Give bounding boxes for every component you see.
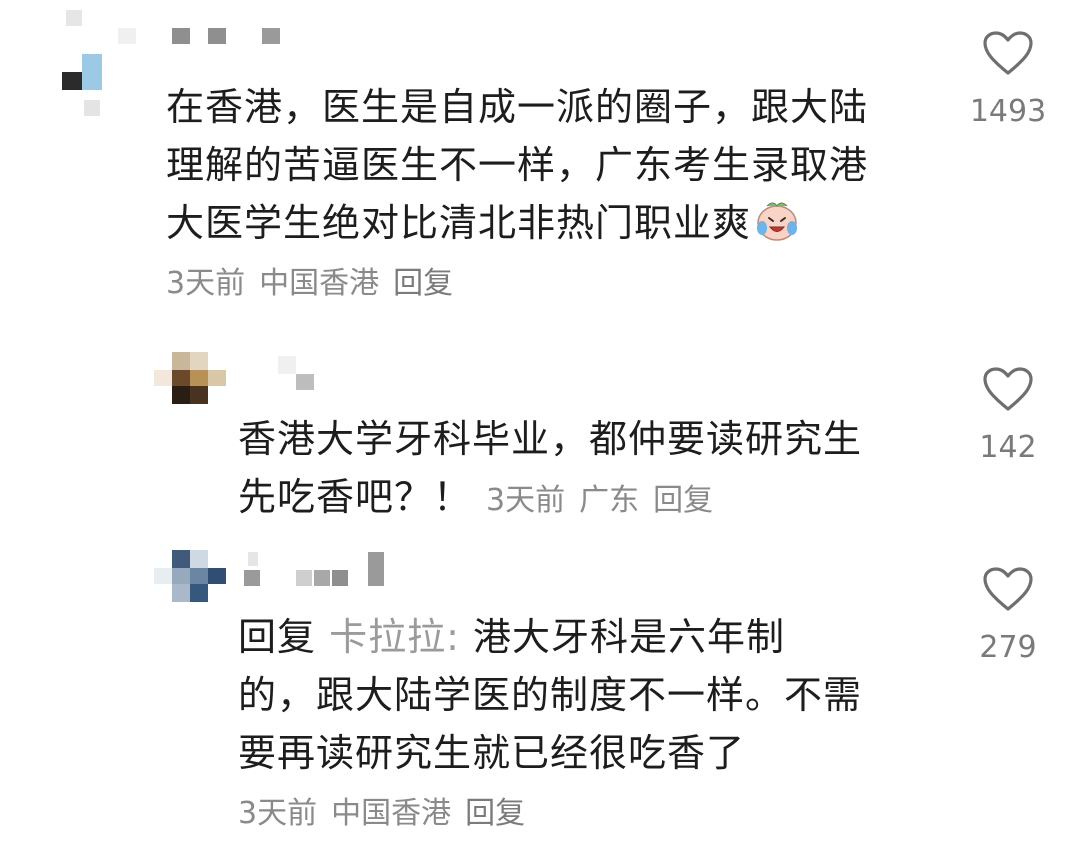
like-count: 279	[979, 630, 1037, 665]
comment-meta: 3天前 中国香港 回复	[166, 264, 453, 304]
heart-outline-icon	[983, 567, 1033, 611]
avatar[interactable]	[60, 10, 110, 120]
comment-text: 在香港，医生是自成一派的圈子，跟大陆 理解的苦逼医生不一样，广东考生录取港 大医…	[166, 85, 869, 245]
reply-button[interactable]: 回复	[653, 483, 713, 518]
comment-time: 3天前	[238, 796, 318, 831]
heart-outline-icon	[983, 31, 1033, 75]
reply-button[interactable]: 回复	[465, 796, 525, 831]
like-count: 1493	[969, 94, 1047, 129]
heart-outline-icon	[983, 367, 1033, 411]
username-redacted[interactable]	[242, 552, 392, 588]
comment-text: 回复 卡拉拉: 港大牙科是六年制 的，跟大陆学医的制度不一样。不需 要再读研究生…	[238, 615, 863, 775]
avatar[interactable]	[150, 550, 230, 610]
mention-username[interactable]: 卡拉拉:	[329, 615, 460, 659]
comment-meta: 3天前 广东 回复	[472, 483, 713, 518]
comment-time: 3天前	[486, 483, 566, 518]
comment-location: 中国香港	[331, 796, 452, 831]
like-count: 142	[979, 430, 1037, 465]
comment-text: 香港大学牙科毕业，都仲要读研究生 先吃香吧？！ 3天前 广东 回复	[238, 417, 863, 519]
comment-time: 3天前	[166, 266, 246, 301]
like-button[interactable]: 1493	[968, 30, 1048, 129]
username-redacted[interactable]	[278, 356, 338, 392]
like-button[interactable]: 279	[968, 566, 1048, 665]
comment-location: 中国香港	[259, 266, 380, 301]
username-redacted[interactable]	[118, 28, 298, 48]
comment-meta: 3天前 中国香港 回复	[238, 794, 525, 834]
crying-laughing-emoji-icon	[757, 202, 798, 241]
comment-location: 广东	[579, 483, 640, 518]
like-button[interactable]: 142	[968, 366, 1048, 465]
reply-button[interactable]: 回复	[393, 266, 453, 301]
reply-prefix: 回复	[238, 615, 317, 659]
avatar[interactable]	[150, 352, 230, 412]
